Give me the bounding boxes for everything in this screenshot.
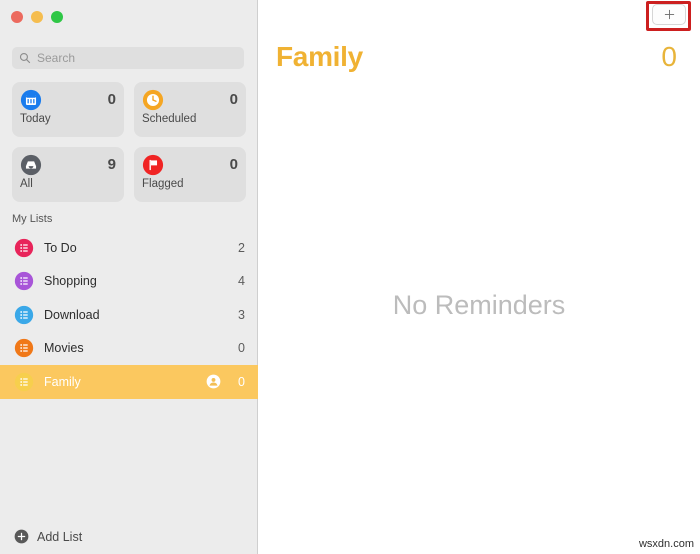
my-lists: To Do 2 Shopping 4 Download 3 Movies 0 F…	[0, 231, 258, 399]
calendar-icon	[20, 89, 42, 111]
smart-card-flagged-count: 0	[229, 156, 238, 173]
reminders-app-window: 0 Today 0 Scheduled	[0, 0, 700, 554]
smart-card-scheduled-top: 0	[142, 89, 238, 111]
list-item-movies[interactable]: Movies 0	[0, 332, 258, 366]
search-icon	[19, 52, 31, 64]
shared-person-icon	[206, 374, 221, 389]
search-field[interactable]	[12, 47, 244, 69]
list-item-shopping-count: 4	[238, 274, 245, 289]
smart-card-all-top: 9	[20, 154, 116, 176]
list-item-to-do-label: To Do	[44, 240, 77, 255]
list-item-movies-count: 0	[238, 341, 245, 356]
smart-card-all[interactable]: 9 All	[12, 147, 124, 202]
reminder-count: 0	[661, 41, 677, 72]
list-item-family-label: Family	[44, 374, 81, 389]
watermark: wsxdn.com	[638, 538, 694, 550]
list-item-family-count: 0	[238, 374, 245, 389]
sidebar: 0 Today 0 Scheduled	[0, 0, 258, 554]
my-lists-header: My Lists	[12, 213, 53, 225]
smart-card-flagged-label: Flagged	[142, 178, 184, 190]
list-item-shopping[interactable]: Shopping 4	[0, 265, 258, 299]
page-title: Family	[276, 41, 363, 72]
smart-card-today-top: 0	[20, 89, 116, 111]
list-item-to-do-count: 2	[238, 240, 245, 255]
list-item-family[interactable]: Family 0	[0, 365, 258, 399]
minimize-button[interactable]	[31, 11, 43, 23]
smart-card-flagged[interactable]: 0 Flagged	[134, 147, 246, 202]
list-item-download-count: 3	[238, 307, 245, 322]
main-content: Family 0 No Reminders wsxdn.com	[258, 0, 700, 554]
list-item-movies-label: Movies	[44, 341, 84, 356]
maximize-button[interactable]	[51, 11, 63, 23]
smart-card-today-count: 0	[107, 91, 116, 108]
close-button[interactable]	[11, 11, 23, 23]
clock-icon	[142, 89, 164, 111]
add-list-button[interactable]: Add List	[14, 529, 82, 544]
smart-card-flagged-top: 0	[142, 154, 238, 176]
add-list-label: Add List	[37, 529, 83, 544]
list-icon	[14, 238, 34, 257]
list-item-shopping-label: Shopping	[44, 274, 97, 289]
empty-state-message: No Reminders	[392, 290, 566, 320]
smart-card-scheduled-label: Scheduled	[142, 113, 197, 125]
smart-card-scheduled-count: 0	[229, 91, 238, 108]
smart-card-scheduled[interactable]: 0 Scheduled	[134, 82, 246, 137]
list-icon	[14, 339, 34, 358]
smart-card-all-label: All	[20, 178, 33, 190]
smart-card-all-count: 9	[107, 156, 116, 173]
smart-lists-grid: 0 Today 0 Scheduled 9 All 0 Flagged	[12, 82, 246, 202]
smart-card-today[interactable]: 0 Today	[12, 82, 124, 137]
list-icon	[14, 305, 34, 324]
list-item-to-do[interactable]: To Do 2	[0, 231, 258, 265]
plus-icon	[664, 9, 674, 20]
add-reminder-button[interactable]	[652, 4, 686, 25]
list-icon	[14, 372, 34, 391]
flag-icon	[142, 154, 164, 176]
list-item-download[interactable]: Download 3	[0, 298, 258, 332]
search-input[interactable]	[37, 51, 237, 65]
window-controls	[11, 11, 63, 23]
smart-card-today-label: Today	[20, 113, 51, 125]
list-icon	[14, 272, 34, 291]
list-item-download-label: Download	[44, 307, 100, 322]
plus-circle-icon	[14, 529, 29, 544]
inbox-icon	[20, 154, 42, 176]
